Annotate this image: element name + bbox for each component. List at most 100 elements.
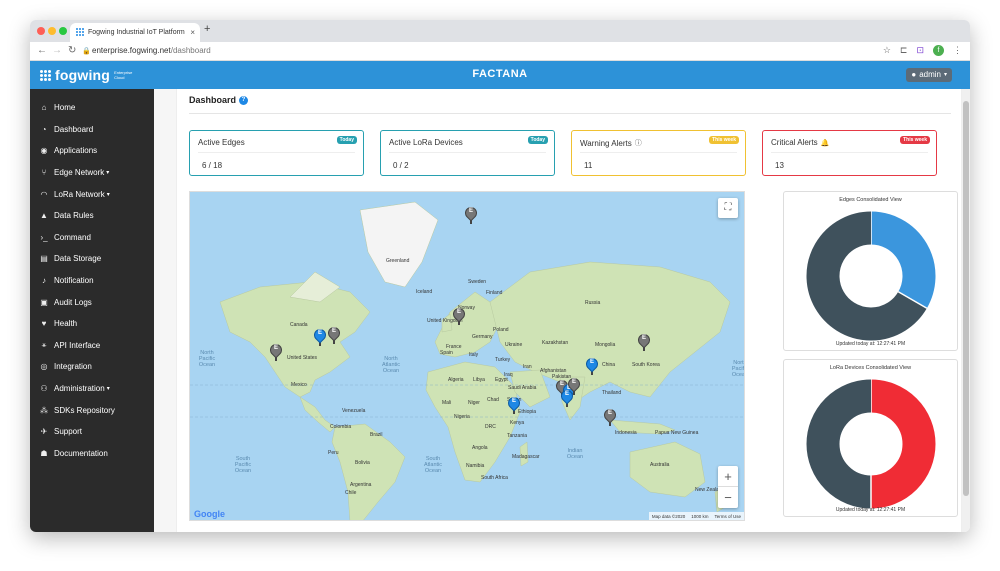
close-window-icon[interactable] <box>37 27 45 35</box>
donut-slice[interactable] <box>870 211 936 309</box>
back-icon[interactable]: ← <box>37 45 47 56</box>
marker-letter: E <box>511 398 516 404</box>
edge-map-marker[interactable]: E <box>505 394 523 414</box>
edge-network-icon: ⑂ <box>41 168 47 178</box>
card-value: 6 / 18 <box>202 161 223 170</box>
map-label: Ukraine <box>505 342 523 348</box>
google-logo[interactable]: Google <box>194 509 225 519</box>
sidebar-item-command[interactable]: ›_ Command <box>30 227 154 249</box>
map-label: Angola <box>472 445 488 451</box>
divider <box>198 152 355 153</box>
donut-slice[interactable] <box>806 379 872 509</box>
new-tab-button[interactable]: + <box>204 23 210 35</box>
marker-letter: E <box>641 335 646 341</box>
extension-icon[interactable]: ⊏ <box>900 45 908 56</box>
sdk-icon: ⁂ <box>40 405 48 415</box>
lora-donut-chart[interactable] <box>805 378 937 510</box>
profile-avatar[interactable]: f <box>933 45 944 56</box>
terms-link[interactable]: Terms of Use <box>714 514 741 519</box>
fogwing-logo[interactable]: fogwing Enterprise Cloud <box>40 67 132 83</box>
sidebar-item-label: Home <box>54 103 76 113</box>
stat-card-critical-alerts[interactable]: Critical Alerts 🔔 This week 13 <box>762 130 937 176</box>
address-bar: ← → ↻ 🔒 enterprise.fogwing.net/dashboard… <box>30 42 970 61</box>
wifi-icon: ◠ <box>40 189 48 199</box>
minimize-window-icon[interactable] <box>48 27 56 35</box>
stat-card-active-lora-devices[interactable]: Active LoRa Devices Today 0 / 2 <box>380 130 555 176</box>
help-icon[interactable]: ? <box>239 95 249 105</box>
map-label: Brazil <box>370 432 383 438</box>
sidebar-item-api-interface[interactable]: ⚹ API Interface <box>30 335 154 357</box>
sidebar: ⌂ Home ◔ Dashboard ◉ Applications ⑂ Edge Networ… <box>30 89 154 532</box>
map-label: Indonesia <box>615 430 637 436</box>
map-label: Venezuela <box>342 408 366 414</box>
ocean-label: North Pacific Ocean <box>198 350 216 368</box>
edge-map-marker[interactable]: E <box>450 305 468 325</box>
url-field[interactable]: enterprise.fogwing.net/dashboard <box>92 46 211 55</box>
map-label: Iran <box>523 364 532 370</box>
sidebar-item-label: Data Storage <box>54 254 102 264</box>
reload-icon[interactable]: ↻ <box>68 45 76 56</box>
edge-map-marker[interactable]: E <box>635 331 653 351</box>
fullscreen-button[interactable]: ⛶ <box>718 198 738 218</box>
sidebar-item-edge-network[interactable]: ⑂ Edge Network ▾ <box>30 162 154 184</box>
edge-map-marker[interactable]: E <box>462 204 480 224</box>
lock-icon: 🔒 <box>82 48 91 55</box>
map-label: Australia <box>650 462 670 468</box>
map-label: Nigeria <box>454 414 470 420</box>
edge-map-marker[interactable]: E <box>267 341 285 361</box>
zoom-out-button[interactable]: − <box>718 487 738 508</box>
sidebar-item-dashboard[interactable]: ◔ Dashboard <box>30 119 154 141</box>
audit-icon: ▣ <box>40 297 48 307</box>
stat-card-active-edges[interactable]: Active Edges Today 6 / 18 <box>189 130 364 176</box>
logo-dots-icon <box>40 69 51 81</box>
sidebar-item-data-rules[interactable]: ▲ Data Rules <box>30 205 154 227</box>
edge-map-marker[interactable]: E <box>325 324 343 344</box>
map-label: DRC <box>485 424 496 430</box>
caret-down-icon: ▾ <box>106 170 110 177</box>
sidebar-item-home[interactable]: ⌂ Home <box>30 97 154 119</box>
lora-updated-time: Updated today at: 12:27:41 PM <box>835 507 906 513</box>
edges-donut-chart[interactable] <box>805 210 937 342</box>
edge-map-marker[interactable]: E <box>601 406 619 426</box>
sidebar-item-applications[interactable]: ◉ Applications <box>30 140 154 162</box>
donut-slice[interactable] <box>870 379 936 509</box>
sidebar-item-administration[interactable]: ⚇ Administration ▾ <box>30 378 154 400</box>
sidebar-item-notification[interactable]: ♪ Notification <box>30 270 154 292</box>
extension-2-icon[interactable]: ⊡ <box>916 45 924 56</box>
world-map[interactable]: Greenland Iceland Canada United States Mexic… <box>189 191 745 521</box>
logo-subtitle: Enterprise Cloud <box>114 70 133 80</box>
bookmark-star-icon[interactable]: ☆ <box>883 45 891 56</box>
sidebar-item-sdks-repository[interactable]: ⁂ SDKs Repository <box>30 399 154 421</box>
ocean-label: South Pacific Ocean <box>234 456 252 474</box>
browser-menu-icon[interactable]: ⋮ <box>953 45 962 56</box>
sidebar-item-integration[interactable]: ◎ Integration <box>30 356 154 378</box>
edge-map-marker[interactable]: E <box>311 326 329 346</box>
sidebar-item-support[interactable]: ✈ Support <box>30 421 154 443</box>
zoom-in-button[interactable]: + <box>718 466 738 487</box>
scrollbar-thumb[interactable] <box>963 101 969 496</box>
card-label: Active LoRa Devices <box>389 138 463 147</box>
maximize-window-icon[interactable] <box>59 27 67 35</box>
map-data-credit: Map data ©2020 <box>651 513 686 519</box>
users-cog-icon: ⚇ <box>40 384 48 394</box>
user-menu-button[interactable]: ● admin ▾ <box>906 68 952 82</box>
forward-icon[interactable]: → <box>52 45 62 56</box>
sidebar-item-label: Notification <box>54 276 94 286</box>
map-label: Bolivia <box>355 460 370 466</box>
map-scale: 1000 km <box>691 513 709 519</box>
browser-tab[interactable]: Fogwing Industrial IoT Platform × <box>70 23 200 42</box>
sidebar-item-lora-network[interactable]: ◠ LoRa Network ▾ <box>30 183 154 205</box>
sidebar-item-data-storage[interactable]: ▤ Data Storage <box>30 248 154 270</box>
sidebar-item-label: Documentation <box>54 448 108 458</box>
edges-updated-time: Updated today at: 12:27:41 PM <box>835 341 906 347</box>
tab-close-icon[interactable]: × <box>190 23 195 42</box>
sidebar-item-documentation[interactable]: ☗ Documentation <box>30 443 154 465</box>
logo-text: fogwing <box>55 67 111 83</box>
edge-map-marker[interactable]: E <box>583 355 601 375</box>
sidebar-item-health[interactable]: ♥ Health <box>30 313 154 335</box>
sidebar-item-audit-logs[interactable]: ▣ Audit Logs <box>30 291 154 313</box>
divider <box>580 152 737 153</box>
stat-card-warning-alerts[interactable]: Warning Alerts ⓘ This week 11 <box>571 130 746 176</box>
edge-map-marker[interactable]: E <box>565 375 583 395</box>
scrollbar[interactable] <box>962 89 970 532</box>
